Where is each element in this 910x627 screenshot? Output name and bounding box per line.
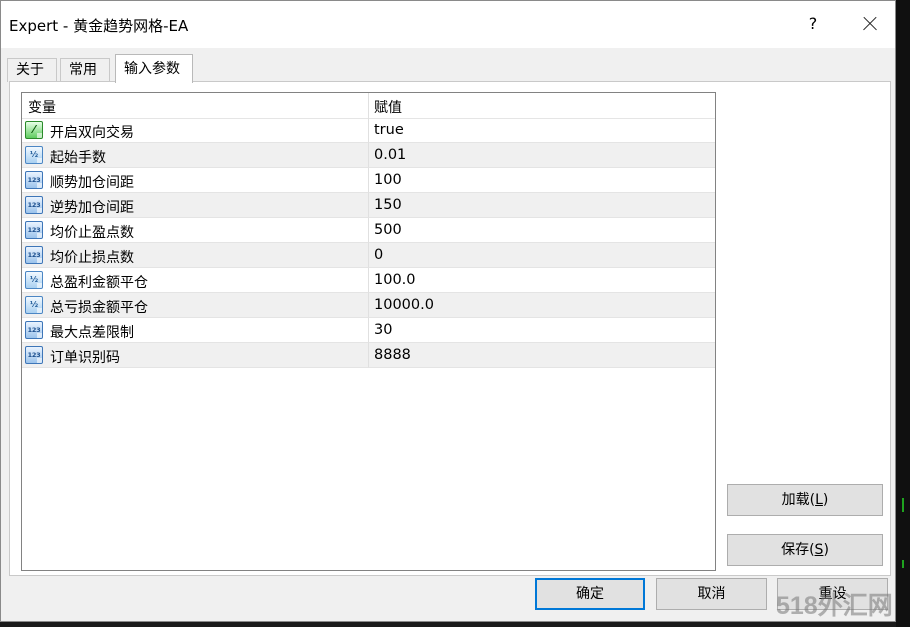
variable-cell: ⁄ 开启双向交易 <box>22 118 368 143</box>
table-row[interactable]: 123 逆势加仓间距 150 <box>22 193 715 218</box>
header-variable: 变量 <box>28 97 56 117</box>
title-bar: Expert - 黄金趋势网格-EA ? <box>1 1 895 48</box>
double-icon: ½ <box>25 146 43 164</box>
close-button[interactable] <box>853 7 887 41</box>
variable-cell: 123 订单识别码 <box>22 343 368 368</box>
double-icon: ½ <box>25 271 43 289</box>
help-button[interactable]: ? <box>801 9 825 39</box>
variable-name: 最大点差限制 <box>50 322 134 342</box>
value-cell[interactable]: 500 <box>368 218 715 243</box>
value-cell[interactable]: 8888 <box>368 343 715 368</box>
load-button-label: 加载( <box>782 492 815 508</box>
table-row[interactable]: ½ 总亏损金额平仓 10000.0 <box>22 293 715 318</box>
variable-value[interactable]: 30 <box>374 322 392 338</box>
table-row[interactable]: 123 最大点差限制 30 <box>22 318 715 343</box>
integer-icon: 123 <box>25 221 43 239</box>
integer-icon: 123 <box>25 321 43 339</box>
chart-bar-mark <box>902 498 904 512</box>
integer-icon: 123 <box>25 171 43 189</box>
boolean-icon: ⁄ <box>25 121 43 139</box>
variable-value[interactable]: 0 <box>374 247 383 263</box>
table-row[interactable]: 123 顺势加仓间距 100 <box>22 168 715 193</box>
variable-name: 总亏损金额平仓 <box>50 297 148 317</box>
variable-cell: ½ 起始手数 <box>22 143 368 168</box>
variable-value[interactable]: 100.0 <box>374 272 416 288</box>
ok-button[interactable]: 确定 <box>535 578 645 610</box>
load-button-suffix: ) <box>823 492 828 508</box>
save-button[interactable]: 保存(S) <box>727 534 883 566</box>
load-accel-key: L <box>815 492 823 508</box>
tab-about[interactable]: 关于 <box>7 58 57 82</box>
variable-value[interactable]: 500 <box>374 222 402 238</box>
cancel-button[interactable]: 取消 <box>656 578 767 610</box>
background-chart-area <box>896 0 910 627</box>
value-cell[interactable]: 100 <box>368 168 715 193</box>
table-row[interactable]: 123 均价止盈点数 500 <box>22 218 715 243</box>
inputs-panel: 变量 赋值 ⁄开启双向交易true½起始手数0.01123顺势加仓间距10012… <box>9 81 891 576</box>
table-row[interactable]: ⁄ 开启双向交易 true <box>22 118 715 143</box>
variable-cell: ½ 总盈利金额平仓 <box>22 268 368 293</box>
variable-name: 订单识别码 <box>50 347 120 367</box>
table-row[interactable]: ½ 起始手数 0.01 <box>22 143 715 168</box>
integer-icon: 123 <box>25 196 43 214</box>
variable-value[interactable]: 150 <box>374 197 402 213</box>
value-cell[interactable]: 0.01 <box>368 143 715 168</box>
tab-common[interactable]: 常用 <box>60 58 110 82</box>
save-button-label: 保存( <box>781 542 814 558</box>
variable-cell: 123 顺势加仓间距 <box>22 168 368 193</box>
parameters-table: 变量 赋值 ⁄开启双向交易true½起始手数0.01123顺势加仓间距10012… <box>21 92 716 571</box>
variable-cell: 123 均价止盈点数 <box>22 218 368 243</box>
watermark-logo: 518外汇网 <box>776 586 893 622</box>
value-cell[interactable]: 0 <box>368 243 715 268</box>
expert-dialog: Expert - 黄金趋势网格-EA ? 关于 常用 输入参数 变量 赋值 ⁄ 开… <box>0 0 896 622</box>
window-title: Expert - 黄金趋势网格-EA <box>9 15 188 36</box>
variable-name: 顺势加仓间距 <box>50 172 134 192</box>
table-row[interactable]: ½ 总盈利金额平仓 100.0 <box>22 268 715 293</box>
chart-bar-mark <box>902 560 904 568</box>
variable-value[interactable]: 8888 <box>374 347 411 363</box>
value-cell[interactable]: 150 <box>368 193 715 218</box>
save-button-suffix: ) <box>823 542 828 558</box>
double-icon: ½ <box>25 296 43 314</box>
variable-name: 开启双向交易 <box>50 122 134 142</box>
variable-value[interactable]: true <box>374 122 404 138</box>
integer-icon: 123 <box>25 346 43 364</box>
table-row[interactable]: 123 均价止损点数 0 <box>22 243 715 268</box>
variable-cell: 123 逆势加仓间距 <box>22 193 368 218</box>
load-button[interactable]: 加载(L) <box>727 484 883 516</box>
variable-name: 总盈利金额平仓 <box>50 272 148 292</box>
variable-name: 起始手数 <box>50 147 106 167</box>
variable-cell: 123 最大点差限制 <box>22 318 368 343</box>
variable-cell: ½ 总亏损金额平仓 <box>22 293 368 318</box>
header-variable-cell[interactable]: 变量 <box>22 93 368 118</box>
value-cell[interactable]: true <box>368 118 715 143</box>
table-row[interactable]: 123 订单识别码 8888 <box>22 343 715 368</box>
variable-name: 均价止损点数 <box>50 247 134 267</box>
variable-name: 均价止盈点数 <box>50 222 134 242</box>
variable-value[interactable]: 0.01 <box>374 147 406 163</box>
variable-value[interactable]: 100 <box>374 172 402 188</box>
header-value: 赋值 <box>374 97 402 117</box>
value-cell[interactable]: 10000.0 <box>368 293 715 318</box>
value-cell[interactable]: 30 <box>368 318 715 343</box>
integer-icon: 123 <box>25 246 43 264</box>
variable-cell: 123 均价止损点数 <box>22 243 368 268</box>
table-header: 变量 赋值 <box>22 93 715 119</box>
value-cell[interactable]: 100.0 <box>368 268 715 293</box>
tab-inputs[interactable]: 输入参数 <box>115 54 193 83</box>
variable-value[interactable]: 10000.0 <box>374 297 434 313</box>
variable-name: 逆势加仓间距 <box>50 197 134 217</box>
header-value-cell[interactable]: 赋值 <box>368 93 715 118</box>
